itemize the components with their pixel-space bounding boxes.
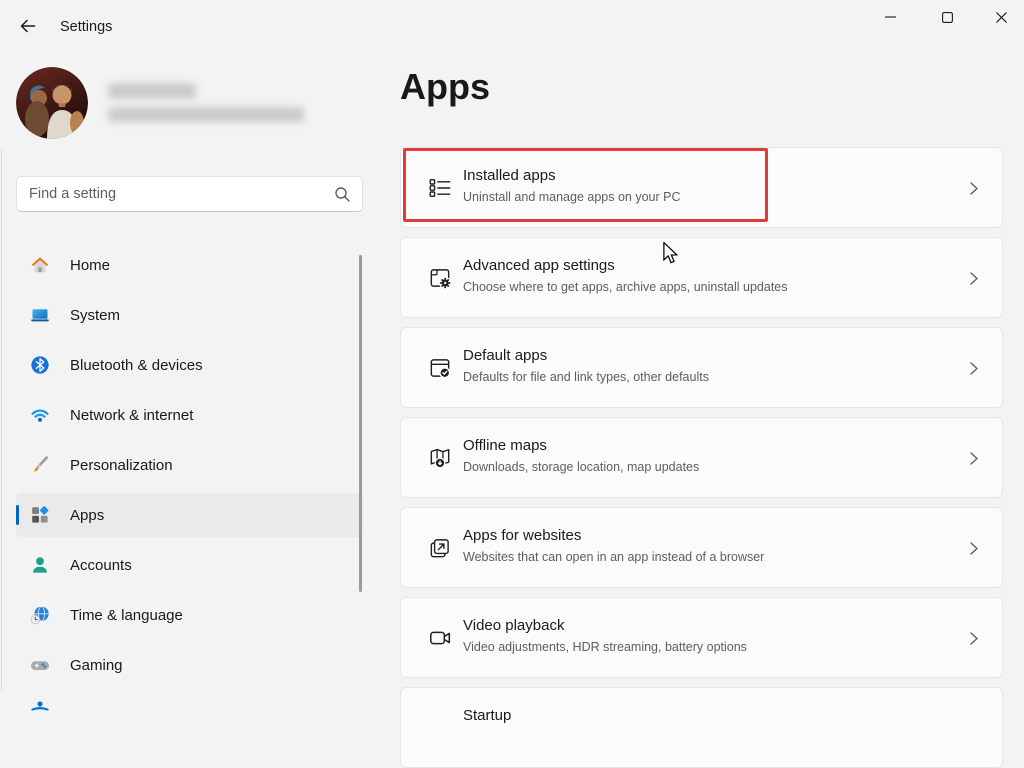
avatar [16, 67, 88, 139]
card-title: Startup [463, 707, 512, 724]
sidebar-scrollbar[interactable] [359, 255, 362, 592]
card-installed-apps[interactable]: Installed apps Uninstall and manage apps… [400, 147, 1003, 228]
sidebar-item-label: Personalization [70, 456, 173, 474]
back-arrow-icon [20, 19, 36, 33]
sidebar-item-label: System [70, 306, 121, 324]
minimize-icon [884, 16, 896, 18]
accounts-icon [33, 557, 47, 573]
chevron-right-icon [970, 272, 978, 290]
card-apps-for-websites[interactable]: Apps for websites Websites that can open… [400, 507, 1003, 588]
card-title: Advanced app settings [463, 257, 615, 274]
personalization-icon [34, 456, 48, 472]
sidebar-item-system[interactable]: System [16, 293, 363, 337]
user-profile[interactable] [16, 67, 356, 143]
chevron-right-icon [970, 542, 978, 560]
sidebar-item-apps[interactable]: Apps [16, 493, 363, 537]
sidebar-item-label: Apps [70, 506, 105, 524]
card-advanced-app-settings[interactable]: Advanced app settings Choose where to ge… [400, 237, 1003, 318]
sidebar-item-label: Home [70, 256, 111, 274]
sidebar-item-label: Network & internet [70, 406, 194, 424]
search-input[interactable] [29, 177, 329, 211]
default-apps-icon [427, 355, 453, 381]
card-subtitle: Defaults for file and link types, other … [463, 370, 709, 384]
advanced-app-settings-icon [427, 265, 453, 291]
chevron-right-icon [970, 362, 978, 380]
sidebar-item-label: Bluetooth & devices [70, 356, 203, 374]
search-icon [334, 186, 351, 208]
card-title: Default apps [463, 347, 548, 364]
card-default-apps[interactable]: Default apps Defaults for file and link … [400, 327, 1003, 408]
close-icon [996, 11, 1007, 23]
sidebar-item-home[interactable]: Home [16, 243, 363, 287]
apps-for-websites-icon [427, 535, 453, 561]
profile-name-redacted [108, 83, 196, 99]
minimize-button[interactable] [866, 0, 914, 34]
network-icon [31, 409, 49, 422]
profile-email-redacted [108, 107, 304, 122]
chevron-right-icon [970, 182, 978, 200]
window-title: Settings [60, 19, 113, 35]
card-video-playback[interactable]: Video playback Video adjustments, HDR st… [400, 597, 1003, 678]
card-subtitle: Downloads, storage location, map updates [463, 460, 700, 474]
apps-icon [32, 506, 49, 523]
card-title: Offline maps [463, 437, 547, 454]
sidebar-item-personalization[interactable]: Personalization [16, 443, 363, 487]
sidebar-item-accounts[interactable]: Accounts [16, 543, 363, 587]
bluetooth-icon [31, 356, 49, 374]
search-box [16, 176, 363, 212]
titlebar: Settings [0, 0, 1024, 48]
home-icon [31, 257, 49, 273]
sidebar-item-label: Accounts [70, 556, 132, 574]
selected-indicator [16, 505, 19, 525]
sidebar-item-gaming[interactable]: Gaming [16, 643, 363, 687]
back-button[interactable] [12, 11, 44, 41]
card-offline-maps[interactable]: Offline maps Downloads, storage location… [400, 417, 1003, 498]
sidebar-nav: Home System Bluetooth & devices Network … [0, 243, 380, 693]
card-title: Video playback [463, 617, 565, 634]
offline-maps-icon [427, 445, 453, 471]
left-edge-divider [1, 150, 2, 690]
card-subtitle: Choose where to get apps, archive apps, … [463, 280, 788, 294]
card-title: Apps for websites [463, 527, 582, 544]
system-icon [31, 309, 49, 322]
card-subtitle: Uninstall and manage apps on your PC [463, 190, 681, 204]
sidebar-item-label: Gaming [70, 656, 123, 674]
maximize-icon [941, 11, 953, 23]
card-subtitle: Websites that can open in an app instead… [463, 550, 765, 564]
card-subtitle: Video adjustments, HDR streaming, batter… [463, 640, 747, 654]
gaming-icon [31, 661, 49, 670]
startup-icon [427, 715, 453, 741]
page-title: Apps [400, 66, 490, 107]
time-language-icon [30, 606, 49, 625]
chevron-right-icon [970, 452, 978, 470]
close-button[interactable] [979, 0, 1024, 34]
accessibility-icon [29, 697, 51, 724]
sidebar-item-bluetooth-devices[interactable]: Bluetooth & devices [16, 343, 363, 387]
sidebar-item-time-language[interactable]: Time & language [16, 593, 363, 637]
installed-apps-icon [427, 175, 453, 201]
maximize-button[interactable] [923, 0, 971, 34]
sidebar-item-network-internet[interactable]: Network & internet [16, 393, 363, 437]
video-playback-icon [427, 625, 453, 651]
chevron-right-icon [970, 632, 978, 650]
sidebar-item-label: Time & language [70, 606, 183, 624]
card-startup[interactable]: Startup [400, 687, 1003, 768]
card-title: Installed apps [463, 167, 556, 184]
